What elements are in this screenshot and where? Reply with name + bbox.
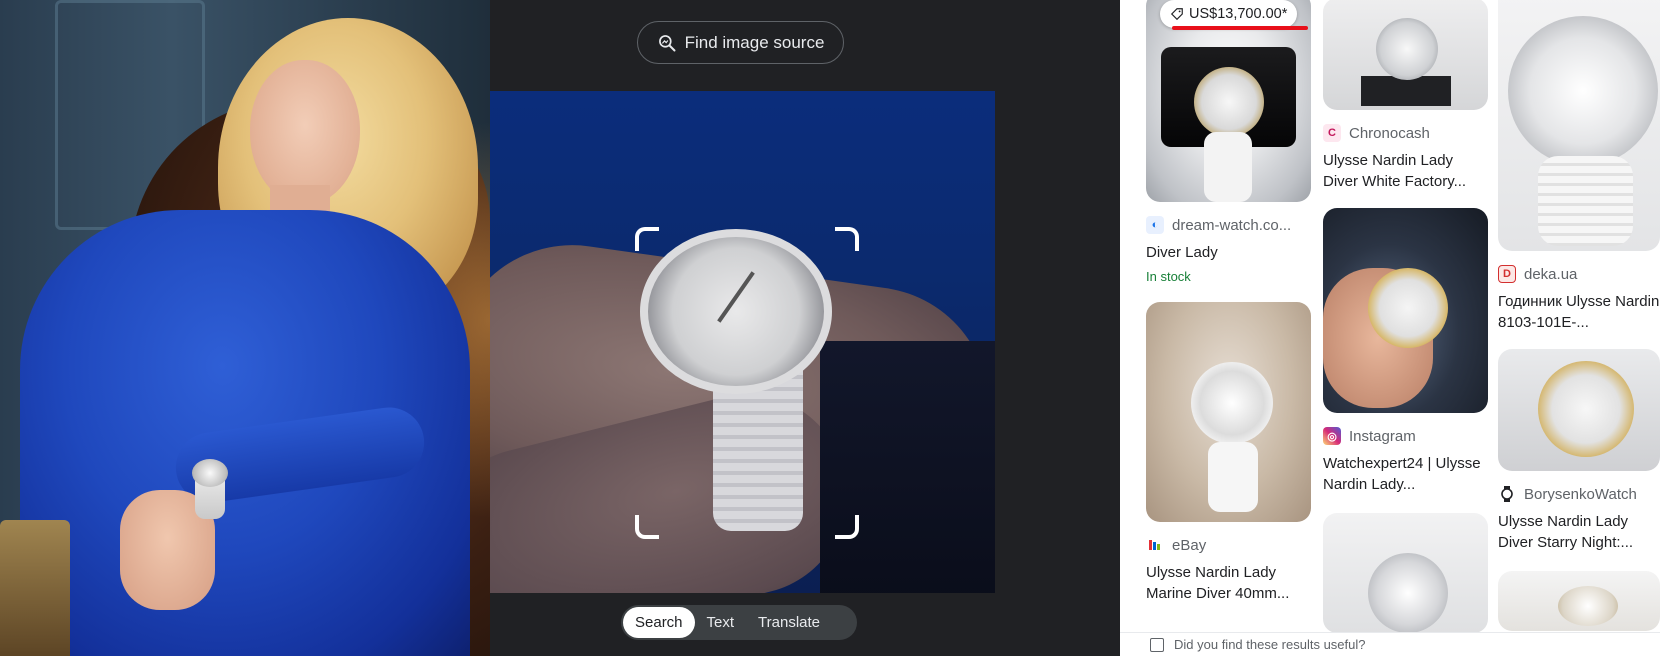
result-source[interactable]: ◎ Instagram <box>1323 427 1488 445</box>
mode-text-tab[interactable]: Text <box>695 607 747 638</box>
crop-handle-bottom-right[interactable] <box>835 515 859 539</box>
feedback-bar: Did you find these results useful? <box>1120 632 1660 656</box>
result-title[interactable]: Watchexpert24 | Ulysse Nardin Lady... <box>1323 453 1488 495</box>
watch-face <box>1368 268 1448 348</box>
price-badge: US$13,700.00* <box>1160 0 1298 28</box>
woman-face <box>250 60 360 205</box>
selected-image-crop[interactable] <box>490 91 995 593</box>
result-image[interactable]: US$13,700.00* <box>1146 0 1311 202</box>
watch-stand <box>1361 76 1451 106</box>
result-image[interactable] <box>1498 0 1660 251</box>
source-name: deka.ua <box>1524 265 1578 283</box>
result-title[interactable]: Diver Lady <box>1146 242 1311 263</box>
result-image[interactable] <box>1323 208 1488 413</box>
result-image[interactable] <box>1146 302 1311 522</box>
crop-handle-top-right[interactable] <box>835 227 859 251</box>
source-name: Instagram <box>1349 427 1416 445</box>
result-image[interactable] <box>1498 571 1660 631</box>
crop-handle-bottom-left[interactable] <box>635 515 659 539</box>
watch-strap <box>1204 132 1252 202</box>
watch-brand-icon <box>1498 485 1516 503</box>
results-column-2: C Chronocash Ulysse Nardin Lady Diver Wh… <box>1323 0 1488 633</box>
source-photo <box>0 0 490 656</box>
watch-face <box>1194 67 1264 137</box>
lens-viewer: Find image source Search Text Translate <box>490 0 1120 656</box>
source-name: dream-watch.co... <box>1172 216 1292 234</box>
wrist-watch <box>192 459 228 519</box>
results-column-3: D deka.ua Годинник Ulysse Nardin 8103-10… <box>1498 0 1660 631</box>
mode-search-tab[interactable]: Search <box>623 607 695 638</box>
result-source[interactable]: eBay <box>1146 536 1311 554</box>
find-image-source-label: Find image source <box>684 32 825 52</box>
result-image[interactable] <box>1323 0 1488 110</box>
watch-face <box>1376 18 1438 80</box>
result-title[interactable]: Ulysse Nardin Lady Diver White Factory..… <box>1323 150 1488 192</box>
stock-status: In stock <box>1146 269 1191 284</box>
mode-translate-tab[interactable]: Translate <box>746 607 832 638</box>
price-text: US$13,700.00* <box>1189 6 1288 22</box>
watch-face <box>1558 586 1618 626</box>
find-image-source-button[interactable]: Find image source <box>637 21 844 64</box>
result-image[interactable] <box>1498 349 1660 471</box>
watch-dial <box>640 229 832 394</box>
visual-matches: US$13,700.00* ◐ dream-watch.co... Diver … <box>1120 0 1660 656</box>
watch-face <box>1368 553 1448 633</box>
watch-face <box>1508 16 1658 166</box>
watch-face <box>1191 362 1273 444</box>
result-title[interactable]: Ulysse Nardin Lady Marine Diver 40mm... <box>1146 562 1311 604</box>
chronocash-icon: C <box>1323 124 1341 142</box>
result-title[interactable]: Годинник Ulysse Nardin 8103-101E-... <box>1498 291 1660 333</box>
watch-strap <box>1208 442 1258 512</box>
price-tag-icon <box>1170 8 1183 21</box>
result-source[interactable]: C Chronocash <box>1323 124 1488 142</box>
mode-switcher: Search Text Translate <box>621 605 857 640</box>
feedback-text: Did you find these results useful? <box>1174 637 1366 652</box>
source-name: eBay <box>1172 536 1207 554</box>
instagram-icon: ◎ <box>1323 427 1341 445</box>
feedback-icon[interactable] <box>1150 637 1164 652</box>
watch-face <box>1538 361 1634 457</box>
candle <box>0 520 70 656</box>
result-source[interactable]: ◐ dream-watch.co... <box>1146 216 1311 234</box>
source-name: Chronocash <box>1349 124 1430 142</box>
dark-sleeve <box>820 341 995 593</box>
dream-watch-icon: ◐ <box>1146 216 1164 234</box>
source-name: BorysenkoWatch <box>1524 485 1637 503</box>
ebay-icon <box>1146 536 1164 554</box>
watch-strap <box>1538 156 1633 246</box>
result-source[interactable]: BorysenkoWatch <box>1498 485 1660 503</box>
results-column-1: US$13,700.00* ◐ dream-watch.co... Diver … <box>1146 0 1311 604</box>
result-source[interactable]: D deka.ua <box>1498 265 1660 283</box>
result-image[interactable] <box>1323 513 1488 633</box>
crop-handle-top-left[interactable] <box>635 227 659 251</box>
deka-icon: D <box>1498 265 1516 283</box>
result-title[interactable]: Ulysse Nardin Lady Diver Starry Night:..… <box>1498 511 1660 553</box>
price-underline <box>1172 26 1308 30</box>
image-search-icon <box>658 34 676 51</box>
